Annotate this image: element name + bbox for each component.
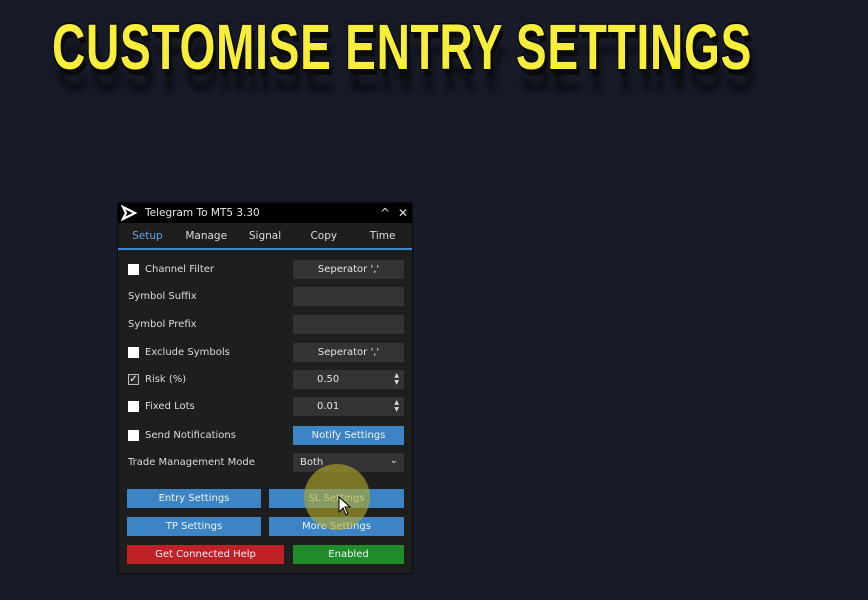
page-headline: CUSTOMISE ENTRY SETTINGS: [51, 10, 753, 85]
get-connected-help-button[interactable]: Get Connected Help: [127, 545, 284, 564]
close-icon[interactable]: ✕: [394, 206, 412, 220]
fixed-lots-label: Fixed Lots: [145, 400, 195, 412]
entry-settings-button[interactable]: Entry Settings: [127, 489, 261, 508]
tab-signal[interactable]: Signal: [236, 223, 295, 248]
symbol-prefix-input[interactable]: [293, 314, 404, 334]
channel-filter-row: Channel Filter Seperator ',': [118, 259, 414, 279]
play-arrow-logo-icon: [121, 205, 137, 221]
symbol-suffix-input[interactable]: [293, 286, 404, 306]
risk-label: Risk (%): [145, 373, 187, 385]
channel-filter-separator-button[interactable]: Seperator ',': [293, 259, 404, 279]
channel-filter-label: Channel Filter: [145, 263, 214, 275]
exclude-symbols-row: Exclude Symbols Seperator ',': [118, 342, 414, 362]
send-notifications-label: Send Notifications: [145, 429, 236, 441]
risk-row: ✓ Risk (%) 0.50 ▲ ▼: [118, 369, 414, 389]
trade-management-mode-value: Both: [300, 456, 324, 468]
chevron-down-icon: ⌄: [389, 454, 398, 466]
trade-management-mode-select[interactable]: Both ⌄: [293, 452, 404, 472]
symbol-suffix-label: Symbol Suffix: [128, 290, 197, 302]
trade-management-mode-row: Trade Management Mode Both ⌄: [118, 452, 414, 472]
tab-setup[interactable]: Setup: [118, 223, 177, 248]
notify-settings-button[interactable]: Notify Settings: [293, 425, 404, 445]
sl-settings-button[interactable]: SL Settings: [269, 489, 404, 508]
fixed-lots-row: Fixed Lots 0.01 ▲ ▼: [118, 396, 414, 416]
risk-stepper[interactable]: 0.50 ▲ ▼: [293, 369, 404, 389]
tp-settings-button[interactable]: TP Settings: [127, 517, 261, 536]
tab-time[interactable]: Time: [353, 223, 412, 248]
risk-value: 0.50: [317, 373, 340, 385]
symbol-prefix-row: Symbol Prefix: [118, 314, 414, 334]
spin-arrows-icon[interactable]: ▲ ▼: [394, 399, 399, 413]
tab-bar: Setup Manage Signal Copy Time: [118, 223, 412, 250]
risk-checkbox[interactable]: ✓: [128, 373, 139, 385]
symbol-prefix-label: Symbol Prefix: [128, 318, 197, 330]
enabled-toggle-button[interactable]: Enabled: [293, 545, 404, 564]
ea-panel-window: Telegram To MT5 3.30 ^ ✕ Setup Manage Si…: [117, 202, 413, 574]
exclude-symbols-checkbox[interactable]: [128, 346, 139, 358]
tab-copy[interactable]: Copy: [294, 223, 353, 248]
symbol-suffix-row: Symbol Suffix: [118, 286, 414, 306]
more-settings-button[interactable]: More Settings: [269, 517, 404, 536]
spin-arrows-icon[interactable]: ▲ ▼: [394, 372, 399, 386]
send-notifications-row: Send Notifications Notify Settings: [118, 425, 414, 445]
collapse-icon[interactable]: ^: [376, 206, 394, 220]
window-title: Telegram To MT5 3.30: [145, 207, 260, 219]
fixed-lots-stepper[interactable]: 0.01 ▲ ▼: [293, 396, 404, 416]
tab-manage[interactable]: Manage: [177, 223, 236, 248]
send-notifications-checkbox[interactable]: [128, 429, 139, 441]
trade-management-mode-label: Trade Management Mode: [128, 456, 255, 468]
exclude-symbols-separator-button[interactable]: Seperator ',': [293, 342, 404, 362]
fixed-lots-checkbox[interactable]: [128, 400, 139, 412]
fixed-lots-value: 0.01: [317, 400, 340, 412]
exclude-symbols-label: Exclude Symbols: [145, 346, 230, 358]
title-bar[interactable]: Telegram To MT5 3.30 ^ ✕: [118, 203, 412, 223]
channel-filter-checkbox[interactable]: [128, 263, 139, 275]
